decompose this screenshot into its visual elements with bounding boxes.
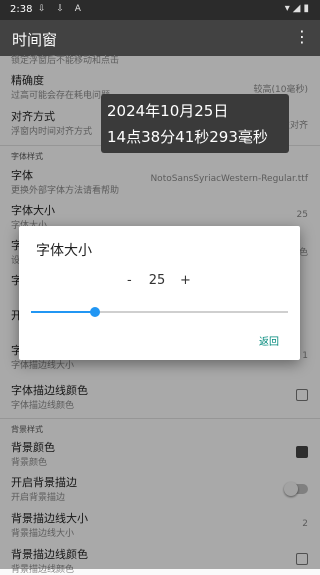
floating-date: 2024年10月25日	[107, 102, 229, 120]
dialog-title: 字体大小	[36, 243, 92, 259]
font-size-slider[interactable]	[31, 307, 288, 317]
app-bar: 时间窗 ⋮	[0, 20, 320, 56]
floating-time-window[interactable]: 2024年10月25日 14点38分41秒293毫秒	[101, 94, 289, 153]
app-title: 时间窗	[12, 31, 58, 49]
status-bar: 2:38 ⇩ ⇩ A ▾◢▮	[0, 0, 320, 20]
slider-thumb[interactable]	[90, 307, 101, 317]
notification-icons: ⇩ ⇩ A	[38, 4, 85, 14]
slider-fill	[31, 311, 96, 313]
floating-time: 14点38分41秒293毫秒	[107, 128, 268, 146]
font-size-stepper: - 25 +	[19, 273, 300, 293]
font-size-value-display: 25	[148, 273, 166, 288]
font-size-dialog: 字体大小 - 25 + 返回	[19, 226, 300, 360]
back-button[interactable]: 返回	[259, 333, 279, 348]
decrement-button[interactable]: -	[127, 273, 132, 288]
increment-button[interactable]: +	[180, 273, 191, 288]
system-status-icons: ▾◢▮	[284, 3, 312, 14]
more-vert-icon[interactable]: ⋮	[294, 27, 310, 46]
status-time: 2:38	[10, 4, 33, 15]
